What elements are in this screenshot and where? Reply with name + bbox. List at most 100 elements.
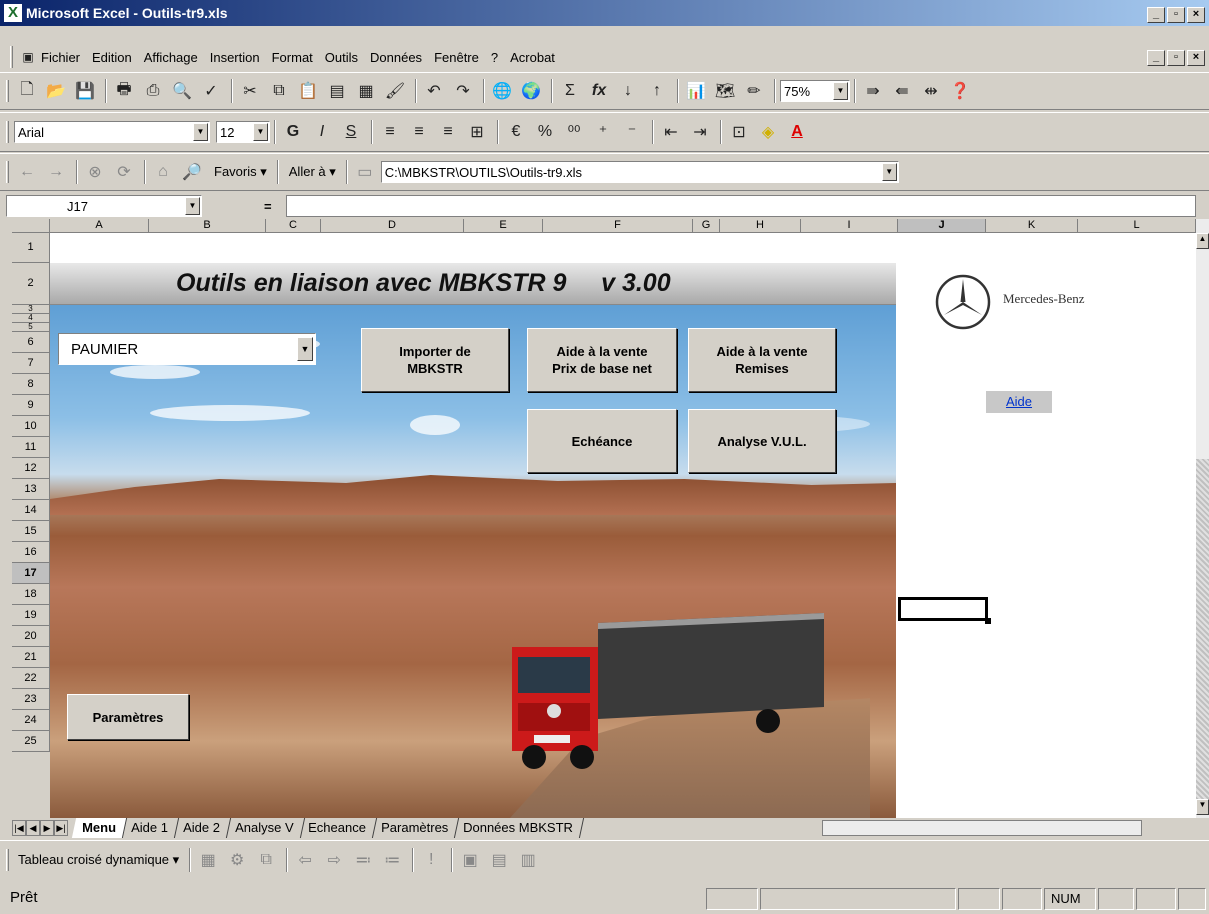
tab-echeance[interactable]: Echeance	[298, 818, 378, 838]
column-header[interactable]: L	[1078, 219, 1196, 232]
tab-aide-2[interactable]: Aide 2	[172, 818, 231, 838]
chevron-down-icon[interactable]: ▼	[297, 337, 313, 361]
tab-aide-1[interactable]: Aide 1	[120, 818, 179, 838]
row-header[interactable]: 17	[12, 563, 50, 584]
show-only-web-toolbar-icon[interactable]: ▭	[352, 159, 378, 185]
scroll-thumb[interactable]	[1196, 459, 1209, 799]
column-header[interactable]: D	[321, 219, 464, 232]
importer-mbkstr-button[interactable]: Importer de MBKSTR	[361, 328, 509, 392]
thousands-icon[interactable]: ⁰⁰	[561, 119, 587, 145]
row-header[interactable]: 25	[12, 731, 50, 752]
column-header[interactable]: E	[464, 219, 543, 232]
function-icon[interactable]: fx	[586, 78, 612, 104]
echeance-button[interactable]: Echéance	[527, 409, 677, 473]
remove-arrows-icon[interactable]: ⇹	[918, 78, 944, 104]
scroll-down-icon[interactable]: ▼	[1196, 799, 1209, 815]
row-header[interactable]: 13	[12, 479, 50, 500]
doc-minimize-button[interactable]: _	[1147, 50, 1165, 66]
redo-icon[interactable]: ↷	[450, 78, 476, 104]
chevron-down-icon[interactable]: ▼	[253, 123, 268, 141]
favoris-menu[interactable]: Favoris ▾	[214, 164, 267, 180]
bold-icon[interactable]: G	[280, 119, 306, 145]
sheet-grid[interactable]: Outils en liaison avec MBKSTR 9 v 3.00 P…	[50, 233, 1196, 818]
doc-restore-button[interactable]: ▫	[1167, 50, 1185, 66]
tab-donnees-mbkstr[interactable]: Données MBKSTR	[453, 818, 585, 838]
chart-wizard-icon[interactable]: 📊	[683, 78, 709, 104]
next-sheet-icon[interactable]: ▶	[40, 820, 54, 836]
autosum-icon[interactable]: Σ	[557, 78, 583, 104]
menu-help[interactable]: ?	[491, 50, 498, 65]
row-header[interactable]: 16	[12, 542, 50, 563]
currency-icon[interactable]: €	[503, 119, 529, 145]
menu-donnees[interactable]: Données	[370, 50, 422, 65]
zoom-select[interactable]: 75% ▼	[780, 80, 850, 102]
formula-equals[interactable]: =	[264, 199, 272, 214]
column-header[interactable]: A	[50, 219, 149, 232]
formula-input[interactable]	[286, 195, 1196, 217]
paste-icon[interactable]: 📋	[295, 78, 321, 104]
aide-vente-remises-button[interactable]: Aide à la vente Remises	[688, 328, 836, 392]
last-sheet-icon[interactable]: ▶|	[54, 820, 68, 836]
aide-link[interactable]: Aide	[986, 391, 1052, 413]
align-center-icon[interactable]: ≡	[406, 119, 432, 145]
chevron-down-icon[interactable]: ▼	[185, 197, 200, 215]
doc-close-button[interactable]: ×	[1187, 50, 1205, 66]
column-header[interactable]: J	[898, 219, 986, 232]
row-header[interactable]: 10	[12, 416, 50, 437]
select-data-icon[interactable]: ▤	[486, 847, 512, 873]
ungroup-icon[interactable]: ⇦	[292, 847, 318, 873]
row-header[interactable]: 19	[12, 605, 50, 626]
hyperlink-icon[interactable]: 🌐	[489, 78, 515, 104]
row-header[interactable]: 21	[12, 647, 50, 668]
save-icon[interactable]: 💾	[72, 78, 98, 104]
column-header[interactable]: K	[986, 219, 1078, 232]
pivot-wizard-icon[interactable]: ▦	[195, 847, 221, 873]
tab-parametres[interactable]: Paramètres	[370, 818, 460, 838]
search-icon[interactable]: 🔎	[179, 159, 205, 185]
home-icon[interactable]: ⌂	[150, 159, 176, 185]
select-label-icon[interactable]: ▣	[457, 847, 483, 873]
row-header[interactable]: 22	[12, 668, 50, 689]
group-icon[interactable]: ⇨	[321, 847, 347, 873]
menu-edition[interactable]: Edition	[92, 50, 132, 65]
row-header[interactable]: 24	[12, 710, 50, 731]
column-header[interactable]: I	[801, 219, 898, 232]
select-label-data-icon[interactable]: ▥	[515, 847, 541, 873]
tab-menu[interactable]: Menu	[71, 818, 128, 838]
column-header[interactable]: B	[149, 219, 266, 232]
selected-cell-j17[interactable]	[898, 597, 991, 624]
print-preview-icon[interactable]: 🔍	[169, 78, 195, 104]
print-icon[interactable]: 🖶	[111, 78, 137, 104]
row-header[interactable]: 11	[12, 437, 50, 458]
show-pages-icon[interactable]: ⧉	[253, 847, 279, 873]
spelling-icon[interactable]: ✓	[198, 78, 224, 104]
column-header[interactable]: C	[266, 219, 321, 232]
menu-affichage[interactable]: Affichage	[144, 50, 198, 65]
decrease-decimal-icon[interactable]: ⁻	[619, 119, 645, 145]
row-header[interactable]: 20	[12, 626, 50, 647]
menu-fenetre[interactable]: Fenêtre	[434, 50, 479, 65]
chevron-down-icon[interactable]: ▼	[193, 123, 208, 141]
font-select[interactable]: Arial ▼	[14, 121, 210, 143]
print-all-icon[interactable]: ⎙	[140, 78, 166, 104]
row-header[interactable]: 6	[12, 332, 50, 353]
refresh-data-icon[interactable]: !	[418, 847, 444, 873]
decrease-indent-icon[interactable]: ⇤	[658, 119, 684, 145]
fill-color-icon[interactable]: ◈	[755, 119, 781, 145]
horizontal-scrollbar[interactable]	[822, 820, 1142, 836]
cut-icon[interactable]: ✂	[237, 78, 263, 104]
drawing-icon[interactable]: ✏	[741, 78, 767, 104]
hide-detail-icon[interactable]: ≕	[350, 847, 376, 873]
select-all[interactable]	[12, 219, 50, 232]
row-header[interactable]: 12	[12, 458, 50, 479]
column-header[interactable]: H	[720, 219, 801, 232]
parametres-button[interactable]: Paramètres	[67, 694, 189, 740]
show-detail-icon[interactable]: ≔	[379, 847, 405, 873]
restore-button[interactable]: ▫	[1167, 7, 1185, 23]
row-header[interactable]: 9	[12, 395, 50, 416]
address-field[interactable]: C:\MBKSTR\OUTILS\Outils-tr9.xls ▼	[380, 161, 899, 183]
align-left-icon[interactable]: ≡	[377, 119, 403, 145]
trace-dependents-icon[interactable]: ⇚	[889, 78, 915, 104]
column-header[interactable]: G	[693, 219, 720, 232]
merge-center-icon[interactable]: ⊞	[464, 119, 490, 145]
